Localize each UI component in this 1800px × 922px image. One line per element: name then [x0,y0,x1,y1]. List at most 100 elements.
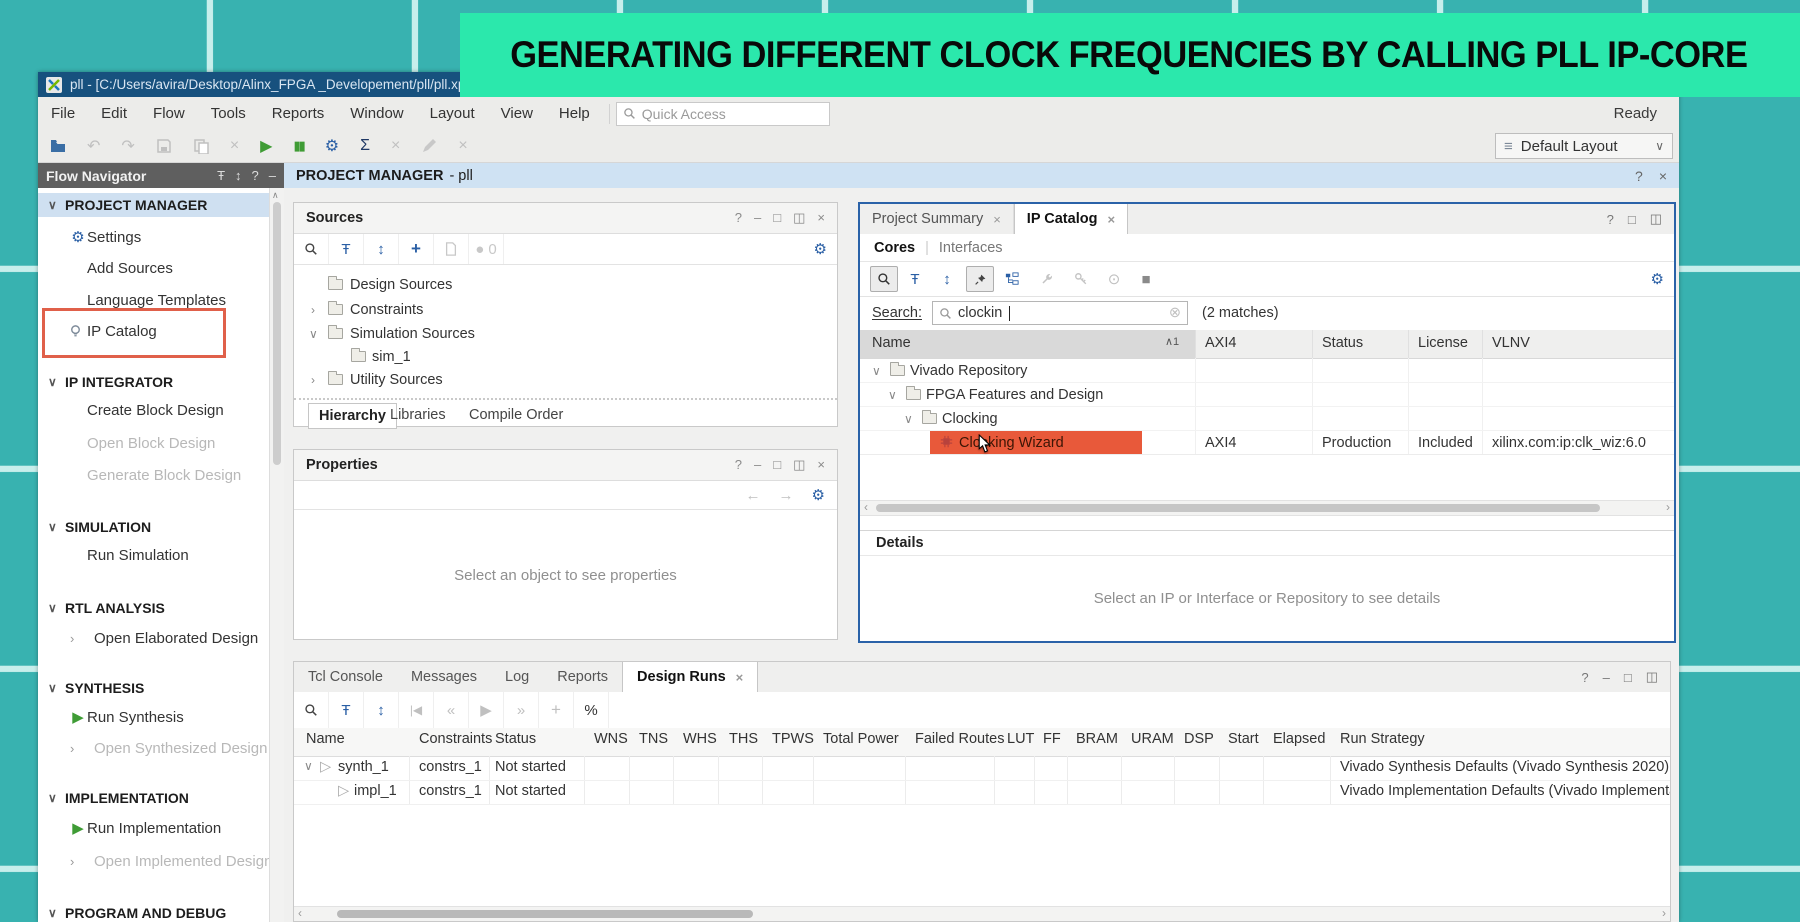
help-icon[interactable]: ? [735,457,742,473]
expand-all-icon[interactable]: ↕ [364,234,399,264]
chevron-down-icon[interactable]: ∨ [48,375,57,389]
subtab-cores[interactable]: Cores [874,240,915,256]
tree-item-constraints[interactable]: › Constraints [294,298,837,321]
col-status[interactable]: Status [495,731,536,747]
menu-help[interactable]: Help [546,97,603,130]
ip-search-input[interactable]: clockin ⊗ [932,301,1188,325]
float-icon[interactable]: ◫ [793,210,805,226]
bottom-horizontal-scrollbar[interactable]: ‹ › [294,906,1670,921]
col-lut[interactable]: LUT [1007,731,1034,747]
collapse-all-icon[interactable]: Ŧ [217,168,225,183]
maximize-icon[interactable]: □ [1624,670,1632,685]
chevron-down-icon[interactable]: ∨ [48,520,57,534]
tab-compile-order[interactable]: Compile Order [459,403,573,427]
column-header-vlnv[interactable]: VLNV [1492,335,1530,351]
flow-section-simulation[interactable]: ∨ SIMULATION [38,515,270,539]
tab-project-summary[interactable]: Project Summary × [860,204,1014,234]
step-forward-icon[interactable]: » [504,692,539,728]
chevron-down-icon[interactable]: ∨ [48,601,57,615]
delete-icon[interactable]: × [230,137,239,155]
column-header-license[interactable]: License [1418,335,1468,351]
nav-item-open-synthesized-design[interactable]: › Open Synthesized Design [38,736,270,760]
close-icon[interactable]: × [736,670,744,685]
scroll-right-icon[interactable]: › [1662,906,1666,920]
col-bram[interactable]: BRAM [1076,731,1118,747]
collapse-all-icon[interactable]: Ŧ [329,692,364,728]
search-icon[interactable] [870,266,898,292]
menu-view[interactable]: View [488,97,546,130]
col-whs[interactable]: WHS [683,731,717,747]
sort-indicator[interactable]: ∧1 [1165,335,1179,348]
step-back-icon[interactable]: « [434,692,469,728]
tree-item-vivado-repository[interactable]: ∨ Vivado Repository [860,359,1674,383]
open-folder-icon[interactable] [50,138,66,154]
flow-section-ip-integrator[interactable]: ∨ IP INTEGRATOR [38,370,270,394]
menu-tools[interactable]: Tools [198,97,259,130]
flow-section-program-and-debug[interactable]: ∨ PROGRAM AND DEBUG [38,901,270,922]
nav-item-run-synthesis[interactable]: ▶ Run Synthesis [38,705,270,729]
flow-section-implementation[interactable]: ∨ IMPLEMENTATION [38,786,270,810]
add-sources-icon[interactable]: + [399,234,434,264]
first-run-icon[interactable]: |◀ [399,692,434,728]
cancel-icon[interactable]: × [391,137,400,155]
radio-icon[interactable]: ⊙ [1098,262,1130,296]
properties-panel-header[interactable]: Properties ? – □ ◫ × [294,450,837,481]
gear-icon[interactable]: ⚙ [1651,270,1664,288]
minimize-icon[interactable]: – [269,168,276,183]
col-start[interactable]: Start [1228,731,1259,747]
col-dsp[interactable]: DSP [1184,731,1214,747]
help-icon[interactable]: ? [1635,168,1643,184]
maximize-icon[interactable]: □ [1628,212,1636,227]
flow-section-rtl-analysis[interactable]: ∨ RTL ANALYSIS [38,596,270,620]
scrollbar-thumb[interactable] [337,910,753,918]
undo-icon[interactable]: ↶ [87,136,100,156]
search-icon[interactable] [304,703,318,717]
abort-icon[interactable]: × [458,137,467,155]
col-name[interactable]: Name [306,731,345,747]
menu-file[interactable]: File [38,97,88,130]
tab-log[interactable]: Log [491,662,543,692]
collapse-all-icon[interactable]: Ŧ [329,234,364,264]
nav-item-open-implemented-design[interactable]: › Open Implemented Design [38,849,270,873]
col-run-strategy[interactable]: Run Strategy [1340,731,1425,747]
chevron-down-icon[interactable]: ∨ [48,198,57,212]
col-tns[interactable]: TNS [639,731,668,747]
tree-item-fpga-features[interactable]: ∨ FPGA Features and Design [860,383,1674,407]
nav-item-open-elaborated-design[interactable]: › Open Elaborated Design [38,626,270,650]
chevron-down-icon[interactable]: ∨ [48,791,57,805]
help-icon[interactable]: ? [1607,212,1614,227]
add-run-icon[interactable]: + [539,692,574,728]
help-icon[interactable]: ? [1581,670,1588,685]
col-failed-routes[interactable]: Failed Routes [915,731,1004,747]
tab-messages[interactable]: Messages [397,662,491,692]
layout-selector[interactable]: ≡ Default Layout ∨ [1495,133,1673,159]
tab-ip-catalog[interactable]: IP Catalog × [1014,204,1128,234]
column-header-name[interactable]: Name [872,335,911,351]
nav-item-open-block-design[interactable]: Open Block Design [38,431,270,455]
chevron-down-icon[interactable]: ∨ [304,759,313,773]
minimize-icon[interactable]: – [1603,670,1610,685]
nav-item-run-simulation[interactable]: Run Simulation [38,543,270,567]
settings-gear-icon[interactable]: ⚙ [325,136,339,156]
close-icon[interactable]: × [817,457,825,473]
minimize-icon[interactable]: – [754,210,761,226]
nav-item-generate-block-design[interactable]: Generate Block Design [38,463,270,487]
scrollbar-thumb[interactable] [876,504,1600,512]
quick-access-input[interactable]: Quick Access [616,102,830,126]
stop-icon[interactable]: ■ [1130,262,1162,296]
scroll-left-icon[interactable]: ‹ [298,906,302,920]
tree-item-design-sources[interactable]: Design Sources [294,273,837,296]
pencil-icon[interactable] [421,138,437,154]
column-header-axi4[interactable]: AXI4 [1205,335,1236,351]
menu-window[interactable]: Window [337,97,416,130]
menu-reports[interactable]: Reports [259,97,338,130]
chevron-down-icon[interactable]: ∨ [48,906,57,920]
save-icon[interactable] [156,138,172,154]
chevron-down-icon[interactable]: ∨ [309,327,318,341]
expand-all-icon[interactable]: ↕ [932,262,962,296]
float-icon[interactable]: ◫ [793,457,805,473]
tab-design-runs[interactable]: Design Runs × [622,662,758,692]
tree-item-utility-sources[interactable]: › Utility Sources [294,368,837,391]
float-icon[interactable]: ◫ [1646,669,1658,685]
tree-item-simulation-sources[interactable]: ∨ Simulation Sources [294,322,837,345]
